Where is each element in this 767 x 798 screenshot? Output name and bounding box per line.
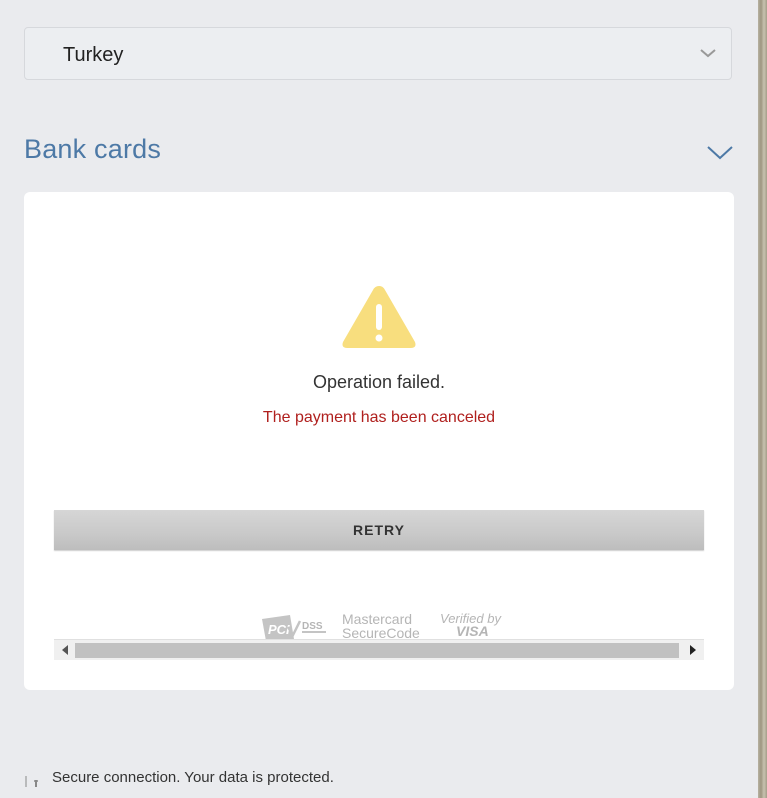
svg-text:DSS: DSS [302,621,323,632]
chevron-down-icon [700,49,716,58]
lock-icon [25,776,38,787]
status-detail: The payment has been canceled [262,409,496,426]
scroll-left-arrow-icon[interactable] [56,642,74,658]
payment-status-card: Operation failed. The payment has been c… [24,192,734,690]
window-edge [758,0,767,798]
section-title: Bank cards [24,134,162,164]
secure-connection-text: Secure connection. Your data is protecte… [52,769,334,786]
country-select[interactable]: Turkey [24,27,732,80]
mastercard-securecode-logo: Mastercard SecureCode [342,612,420,640]
visa-line2: VISA [456,623,489,639]
status-title: Operation failed. [312,372,446,392]
retry-button[interactable]: RETRY [54,510,704,550]
mastercard-line2: SecureCode [342,625,420,641]
scrollbar-thumb[interactable] [75,643,679,658]
scroll-right-arrow-icon[interactable] [684,642,702,658]
horizontal-scrollbar[interactable] [54,639,704,660]
verified-by-visa-logo: Verified by VISA [440,612,501,638]
section-toggle-chevron-icon[interactable] [705,142,735,162]
svg-text:PCI: PCI [268,622,290,637]
warning-icon [342,286,416,348]
mastercard-line1: Mastercard [342,611,413,627]
country-select-value: Turkey [63,44,124,66]
